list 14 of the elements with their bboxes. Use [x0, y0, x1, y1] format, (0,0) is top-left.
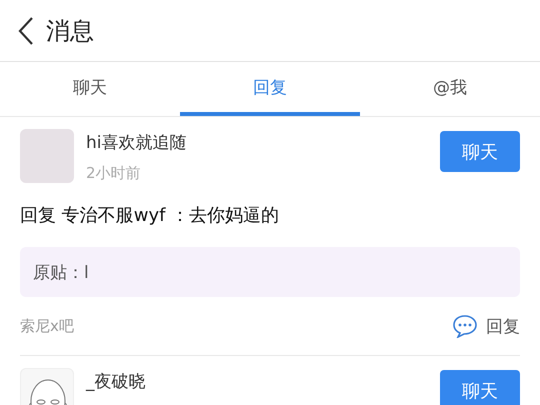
username[interactable]: _夜破晓	[86, 370, 428, 393]
chat-button[interactable]: 聊天	[440, 131, 520, 172]
back-icon[interactable]	[18, 16, 34, 46]
reply-button[interactable]: 回复	[452, 314, 520, 338]
original-post-quote[interactable]: 原贴：l	[20, 247, 520, 297]
post-time: 2小时前	[86, 164, 142, 183]
chat-button[interactable]: 聊天	[440, 370, 520, 405]
speech-bubble-icon	[452, 314, 478, 338]
tab[interactable]: @我	[360, 62, 540, 116]
page-title: 消息	[46, 16, 94, 46]
username[interactable]: hi喜欢就追随	[86, 131, 428, 154]
tab[interactable]: 聊天	[0, 62, 180, 116]
reply-text: 回复 专治不服wyf ：去你妈逼的	[20, 204, 280, 227]
tab[interactable]: 回复	[180, 62, 360, 116]
